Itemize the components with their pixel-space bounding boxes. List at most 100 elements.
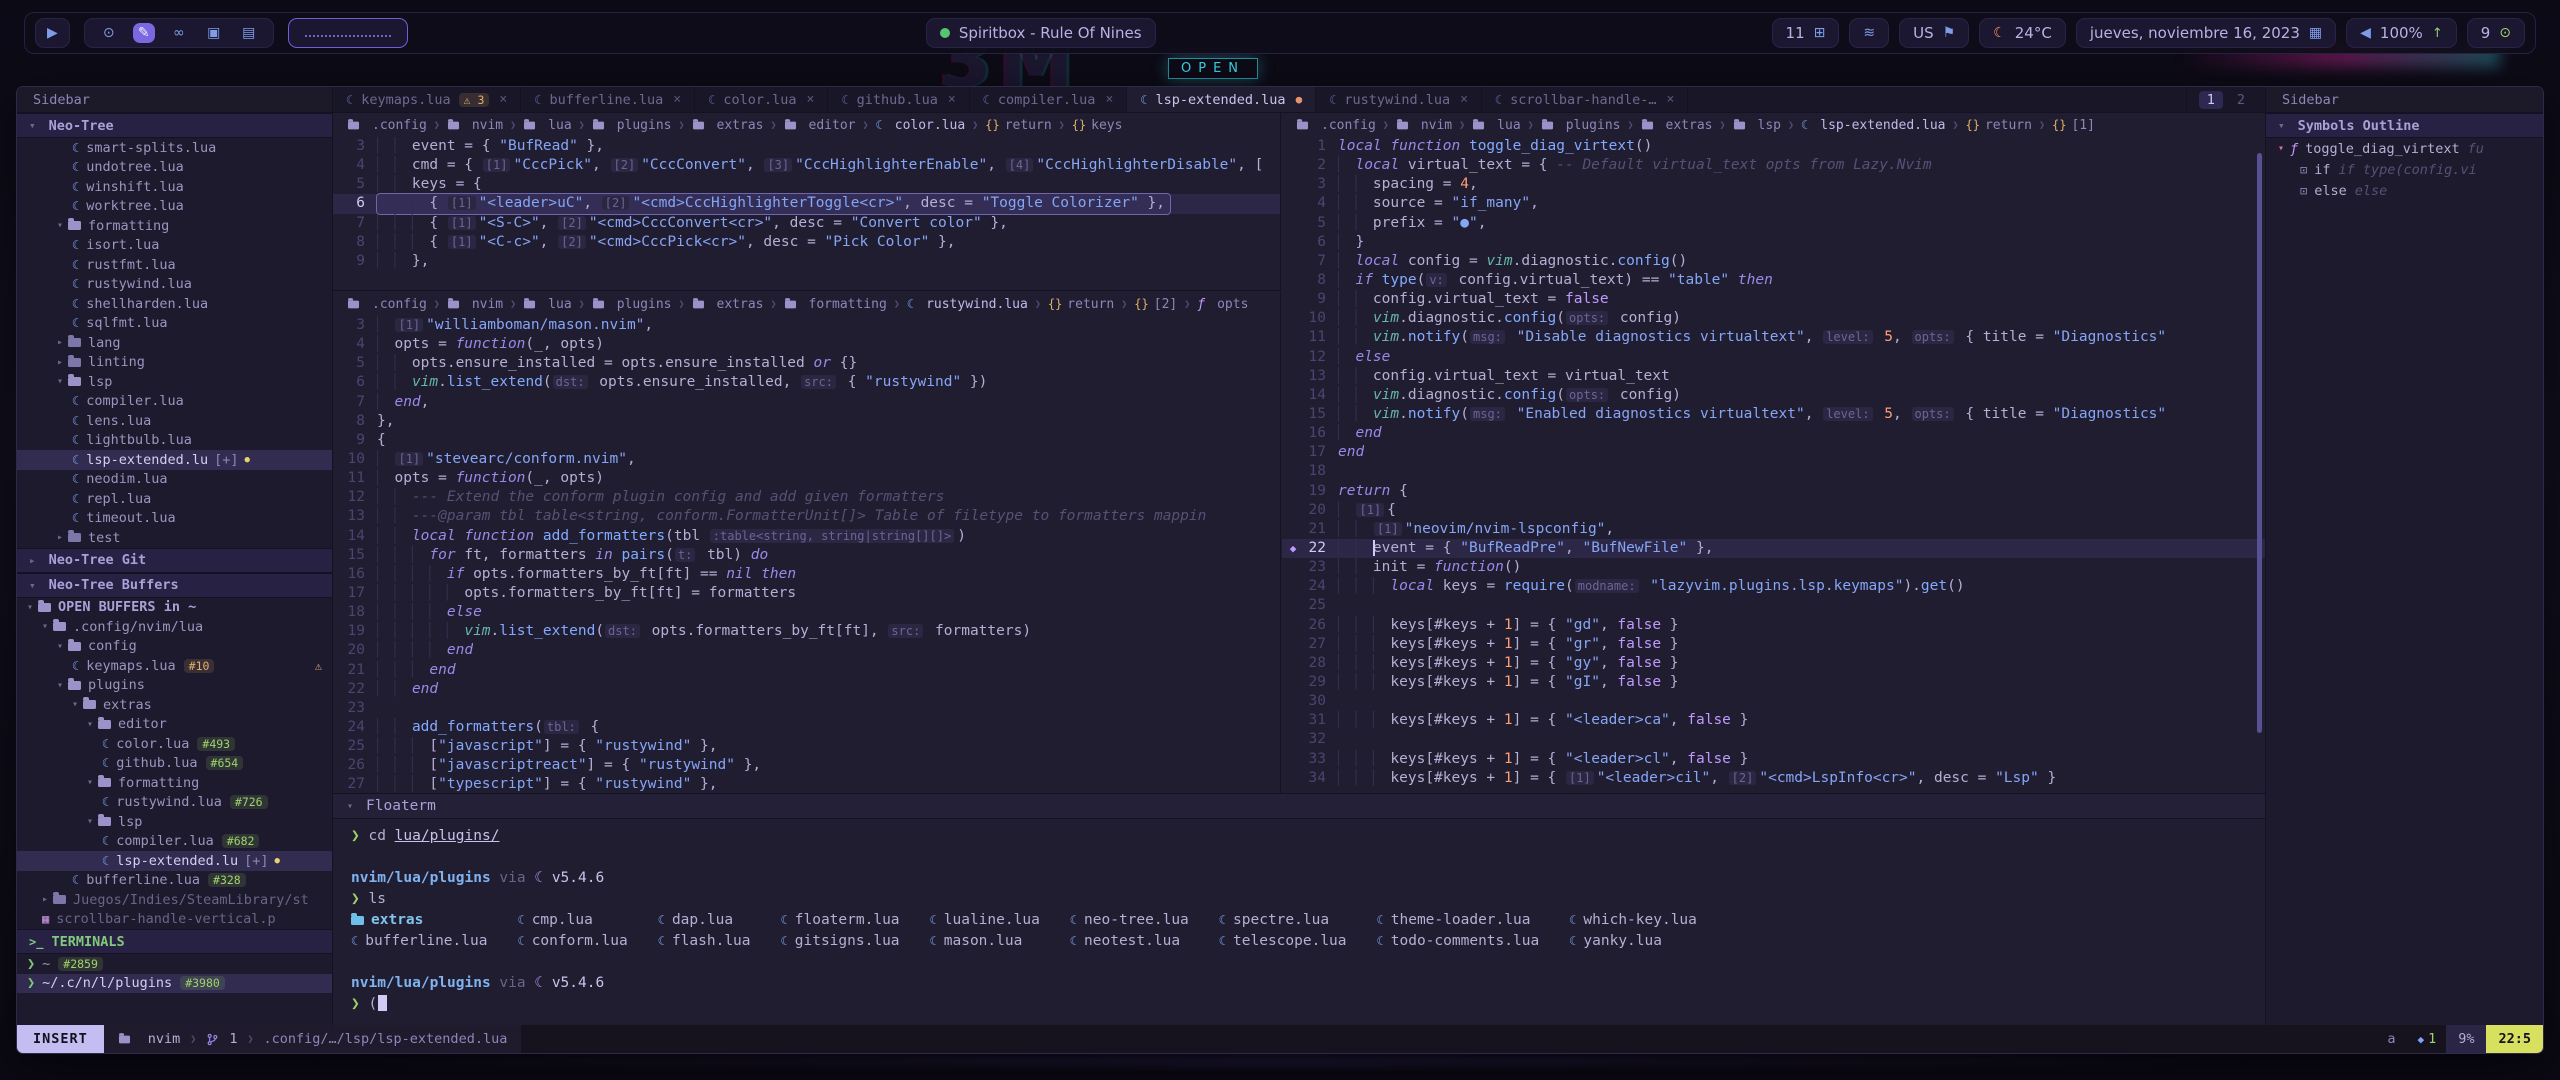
code-line[interactable]: 29▏ ▏ ▏ keys[#keys + 1] = { "gI", false … <box>1282 673 2265 692</box>
network-indicator-pill[interactable]: ≋ <box>1849 18 1889 48</box>
code-line[interactable]: 24▏ ▏ ▏ local keys = require(modname: "l… <box>1282 577 2265 596</box>
tab-keymaps-lua[interactable]: ☾keymaps.lua⚠ 3× <box>333 87 521 112</box>
breadcrumb-segment[interactable]: .config <box>347 297 427 312</box>
code-line[interactable]: 1local function toggle_diag_virtext() <box>1282 137 2265 156</box>
tab-lsp-extended-lua[interactable]: ☾lsp-extended.lua● <box>1127 87 1316 112</box>
code-line[interactable]: 4▏ ▏ cmd = { [1]"CccPick", [2]"CccConver… <box>333 156 1280 175</box>
file-icon[interactable]: ▤ <box>238 25 260 41</box>
code-line[interactable]: 8}, <box>333 412 1280 431</box>
tab-bufferline-lua[interactable]: ☾bufferline.lua× <box>521 87 695 112</box>
code-line[interactable]: 28▏ ▏ ▏ keys[#keys + 1] = { "gy", false … <box>1282 654 2265 673</box>
code-line[interactable]: 34▏ ▏ ▏ keys[#keys + 1] = { [1]"<leader>… <box>1282 769 2265 788</box>
close-icon[interactable]: × <box>1460 92 1468 107</box>
breadcrumb-segment[interactable]: extras <box>692 297 764 312</box>
buffer-tree-item[interactable]: ▾OPEN BUFFERS in ~ <box>17 598 332 618</box>
file-tree-item[interactable]: ☾undotree.lua <box>17 158 332 178</box>
neotree-buffers-header[interactable]: ▾Neo-Tree Buffers <box>17 573 332 598</box>
breadcrumb-segment[interactable]: nvim <box>1396 118 1452 133</box>
code-line[interactable]: 10▏ [1]"stevearc/conform.nvim", <box>333 450 1280 469</box>
tab-compiler-lua[interactable]: ☾compiler.lua× <box>970 87 1128 112</box>
code-line[interactable]: 31▏ ▏ ▏ keys[#keys + 1] = { "<leader>ca"… <box>1282 711 2265 730</box>
breadcrumb-segment[interactable]: {}keys <box>1072 118 1123 133</box>
buffer-tree-item[interactable]: ☾lsp-extended.lu[+]● <box>17 851 332 871</box>
file-tree-item[interactable]: ☾rustfmt.lua <box>17 255 332 275</box>
tabpage-2[interactable]: 2 <box>2229 91 2253 109</box>
tab-github-lua[interactable]: ☾github.lua× <box>828 87 969 112</box>
tab-color-lua[interactable]: ☾color.lua× <box>695 87 828 112</box>
breadcrumb-segment[interactable]: plugins <box>592 118 672 133</box>
terminals-header[interactable]: >_TERMINALS <box>17 929 332 954</box>
code-line[interactable]: 19▏ ▏ ▏ ▏ ▏ vim.list_extend(dst: opts.fo… <box>333 622 1280 641</box>
code-line[interactable]: 8▏ ▏ ▏ { [1]"<C-c>", [2]"<cmd>CccPick<cr… <box>333 233 1280 252</box>
code-line[interactable]: 18▏ ▏ ▏ ▏ else <box>333 603 1280 622</box>
code-line[interactable]: 25 <box>1282 596 2265 615</box>
code-line[interactable]: 24▏ ▏ add_formatters(tbl: { <box>333 718 1280 737</box>
file-tree-item[interactable]: ☾isort.lua <box>17 236 332 256</box>
buffer-tree-item[interactable]: ☾compiler.lua#682 <box>17 832 332 852</box>
code-line[interactable]: 23▏ ▏ init = function() <box>1282 558 2265 577</box>
neotree-git-header[interactable]: ▸Neo-Tree Git <box>17 548 332 573</box>
breadcrumb-segment[interactable]: lua <box>1472 118 1520 133</box>
code-line[interactable]: 7▏ ▏ ▏ { [1]"<S-C>", [2]"<cmd>CccConvert… <box>333 214 1280 233</box>
buffer-tree-item[interactable]: ▾config <box>17 637 332 657</box>
breadcrumb-segment[interactable]: lua <box>523 297 571 312</box>
power-icon[interactable]: ⊙ <box>98 25 120 41</box>
file-tree-item[interactable]: ☾smart-splits.lua <box>17 138 332 158</box>
code-line[interactable]: 9{ <box>333 431 1280 450</box>
code-line[interactable]: 12▏ else <box>1282 348 2265 367</box>
file-tree-item[interactable]: ▸lang <box>17 333 332 353</box>
file-tree-item[interactable]: ☾neodim.lua <box>17 470 332 490</box>
code-line[interactable]: 3▏ [1]"williamboman/mason.nvim", <box>333 316 1280 335</box>
infinity-icon[interactable]: ∞ <box>168 25 190 41</box>
code-line[interactable]: 17end <box>1282 443 2265 462</box>
file-tree-item[interactable]: ☾shellharden.lua <box>17 294 332 314</box>
code-line[interactable]: 5▏ ▏ opts.ensure_installed = opts.ensure… <box>333 354 1280 373</box>
floaterm-header[interactable]: ▾Floaterm <box>333 794 2265 819</box>
code-line[interactable]: 6▏ } <box>1282 233 2265 252</box>
file-tree-item[interactable]: ☾repl.lua <box>17 489 332 509</box>
nightlight-temperature-pill[interactable]: ☾24°C <box>1979 18 2066 48</box>
code-line[interactable]: 13▏ ▏ ---@param tbl table<string, confor… <box>333 507 1280 526</box>
code-line[interactable]: 21▏ ▏ ▏ end <box>333 661 1280 680</box>
close-icon[interactable]: × <box>1105 92 1113 107</box>
neotree-files-header[interactable]: ▾Neo-Tree <box>17 113 332 138</box>
breadcrumb-segment[interactable]: lua <box>523 118 571 133</box>
code-line[interactable]: 19return { <box>1282 482 2265 501</box>
breadcrumb-segment[interactable]: ☾rustywind.lua <box>907 297 1028 312</box>
symbol-item[interactable]: ⊡elseelse <box>2266 180 2543 201</box>
volume-pill[interactable]: ◀100%↑ <box>2346 18 2457 48</box>
code-line[interactable]: 7▏ local config = vim.diagnostic.config(… <box>1282 252 2265 271</box>
breadcrumb-segment[interactable]: .config <box>1296 118 1376 133</box>
code-line[interactable]: 11▏ opts = function(_, opts) <box>333 469 1280 488</box>
buffer-tree-item[interactable]: ▾editor <box>17 715 332 735</box>
grid-icon[interactable]: ▣ <box>203 25 225 41</box>
breadcrumb-segment[interactable]: {}[2] <box>1134 297 1177 312</box>
symbol-item[interactable]: ⊡ifif type(config.vi <box>2266 159 2543 180</box>
code-line[interactable]: 3▏ ▏ spacing = 4, <box>1282 175 2265 194</box>
breadcrumb-segment[interactable]: .config <box>347 118 427 133</box>
close-icon[interactable]: × <box>948 92 956 107</box>
code-line[interactable]: 32 <box>1282 730 2265 749</box>
code-line[interactable]: 12▏ ▏ --- Extend the conform plugin conf… <box>333 488 1280 507</box>
breadcrumb-segment[interactable]: {}return <box>1048 297 1114 312</box>
code-line[interactable]: 27▏ ▏ ▏ ["typescript"] = { "rustywind" }… <box>333 775 1280 794</box>
file-tree-item[interactable]: ☾lens.lua <box>17 411 332 431</box>
buffer-tree-item[interactable]: ☾bufferline.lua#328 <box>17 871 332 891</box>
code-line[interactable]: 9▏ ▏ }, <box>333 252 1280 271</box>
code-line[interactable]: 6▏ ▏ vim.list_extend(dst: opts.ensure_in… <box>333 373 1280 392</box>
buffer-tree-item[interactable]: ☾github.lua#654 <box>17 754 332 774</box>
code-line[interactable]: 15▏ ▏ vim.notify(msg: "Enabled diagnosti… <box>1282 405 2265 424</box>
close-icon[interactable]: × <box>807 92 815 107</box>
code-line[interactable]: 4▏ ▏ source = "if_many", <box>1282 194 2265 213</box>
code-line[interactable]: 33▏ ▏ ▏ keys[#keys + 1] = { "<leader>cl"… <box>1282 750 2265 769</box>
file-tree-item[interactable]: ☾lsp-extended.lu[+]● <box>17 450 332 470</box>
code-line[interactable]: 2▏ local virtual_text = { -- Default vir… <box>1282 156 2265 175</box>
buffer-tree-item[interactable]: ☾keymaps.lua#10⚠ <box>17 656 332 676</box>
breadcrumb-segment[interactable]: {}return <box>985 118 1051 133</box>
code-line[interactable]: 5▏ ▏ keys = { <box>333 175 1280 194</box>
breadcrumb-segment[interactable]: nvim <box>447 297 503 312</box>
code-line[interactable]: 14▏ ▏ local function add_formatters(tbl … <box>333 527 1280 546</box>
file-tree-item[interactable]: ▾formatting <box>17 216 332 236</box>
file-tree-item[interactable]: ☾sqlfmt.lua <box>17 314 332 334</box>
window-title-pill[interactable] <box>288 18 408 48</box>
